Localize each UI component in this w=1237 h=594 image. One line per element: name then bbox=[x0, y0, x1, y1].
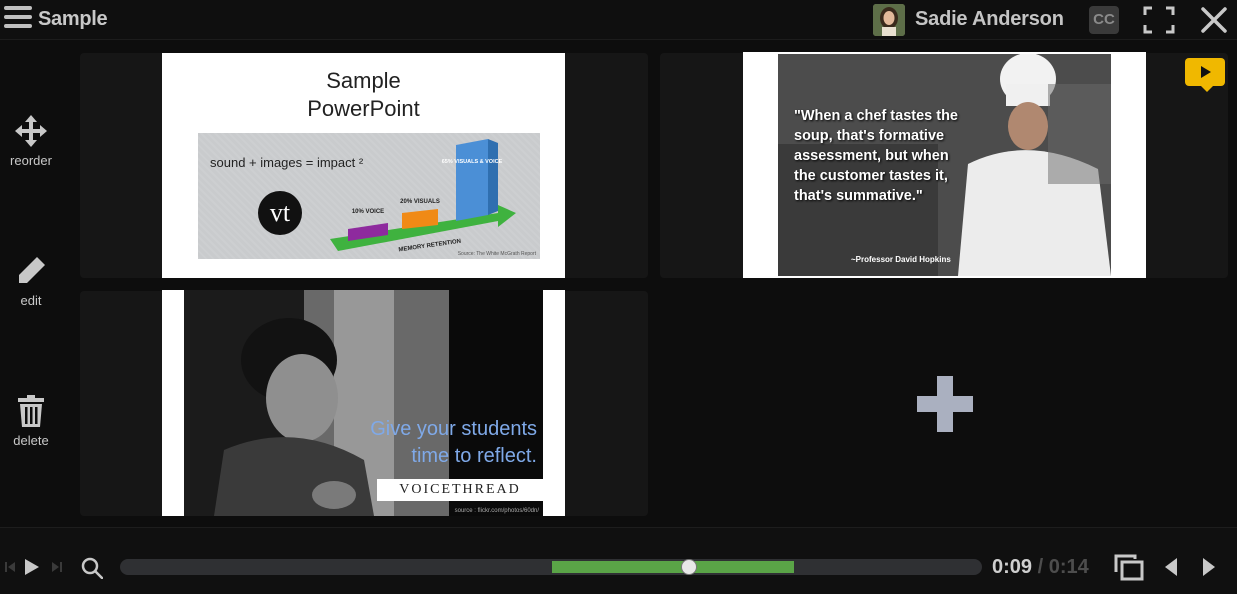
timeline-playhead[interactable] bbox=[680, 559, 697, 575]
edit-button[interactable]: edit bbox=[0, 255, 62, 308]
bar-label-visuals: 20% VISUALS bbox=[400, 199, 440, 205]
slide-title: Sample PowerPoint bbox=[307, 68, 420, 121]
fullscreen-icon[interactable] bbox=[1143, 6, 1175, 34]
edit-label: edit bbox=[20, 293, 42, 308]
slide-source: Source: The White McGrath Report bbox=[457, 251, 536, 257]
thread-title: Sample bbox=[38, 8, 108, 30]
trash-icon bbox=[18, 395, 44, 427]
reorder-label: reorder bbox=[10, 153, 52, 168]
slide-thumbnail[interactable]: Sample PowerPoint sound + images = impac… bbox=[162, 53, 565, 278]
delete-button[interactable]: delete bbox=[0, 395, 62, 448]
top-bar: Sample Sadie Anderson CC bbox=[0, 0, 1237, 40]
slide-source: source : flickr.com/photos/60dn/ bbox=[454, 508, 539, 514]
current-time: 0:09 bbox=[992, 556, 1033, 578]
playback-bar: 0:09 / 0:14 bbox=[0, 527, 1237, 594]
move-arrows-icon bbox=[15, 115, 47, 147]
timeline-track[interactable] bbox=[120, 559, 982, 575]
slide-cell-3[interactable]: Give your students time to reflect. VOIC… bbox=[80, 290, 648, 516]
time-display: 0:09 / 0:14 bbox=[992, 556, 1089, 579]
next-slide-icon[interactable] bbox=[1201, 557, 1217, 577]
previous-slide-icon[interactable] bbox=[1163, 557, 1179, 577]
reflect-text: Give your students time to reflect. bbox=[370, 418, 537, 467]
bar-label-visuals-voice: 65% VISUALS & VOICE bbox=[442, 159, 503, 165]
slide-cell-1[interactable]: Sample PowerPoint sound + images = impac… bbox=[80, 53, 648, 278]
bar-label-voice: 10% VOICE bbox=[352, 209, 384, 215]
edit-toolbar: reorder edit delete bbox=[0, 41, 62, 527]
time-separator: / bbox=[1037, 556, 1044, 578]
quote-author: ~Professor David Hopkins bbox=[851, 255, 951, 264]
memory-retention-label: MEMORY RETENTION bbox=[398, 239, 461, 254]
avatar[interactable] bbox=[873, 4, 905, 36]
retention-chart-panel: sound + images = impact ² vt 10% VOICE 2… bbox=[198, 133, 540, 259]
delete-label: delete bbox=[13, 433, 49, 448]
slide-cell-2[interactable]: "When a chef tastes the soup, that's for… bbox=[660, 52, 1228, 278]
slide-quote: "When a chef tastes the soup, that's for… bbox=[794, 108, 958, 204]
boy-at-window-photo: Give your students time to reflect. VOIC… bbox=[184, 290, 543, 516]
comment-badge[interactable] bbox=[1185, 58, 1225, 92]
slide-grid-icon[interactable] bbox=[1113, 553, 1145, 581]
skip-back-icon[interactable] bbox=[5, 562, 15, 572]
reorder-button[interactable]: reorder bbox=[0, 115, 62, 168]
total-time: 0:14 bbox=[1048, 556, 1089, 578]
timeline-segment bbox=[552, 561, 794, 573]
play-icon[interactable] bbox=[24, 558, 40, 576]
slide-thumbnail[interactable]: Give your students time to reflect. VOIC… bbox=[162, 290, 565, 516]
zoom-search-icon[interactable] bbox=[81, 557, 103, 579]
pencil-icon bbox=[19, 257, 45, 283]
user-name[interactable]: Sadie Anderson bbox=[915, 8, 1064, 31]
closed-captions-button[interactable]: CC bbox=[1089, 6, 1119, 34]
voicethread-wordmark: VOICETHREAD bbox=[377, 479, 543, 501]
close-icon[interactable] bbox=[1199, 6, 1229, 34]
slide-thumbnail[interactable]: "When a chef tastes the soup, that's for… bbox=[743, 52, 1146, 278]
add-slide-plus-icon[interactable] bbox=[917, 376, 973, 432]
skip-forward-icon[interactable] bbox=[52, 562, 62, 572]
vt-logo: vt bbox=[270, 198, 291, 227]
menu-icon[interactable] bbox=[4, 6, 32, 32]
chef-photo: "When a chef tastes the soup, that's for… bbox=[778, 54, 1111, 276]
play-comment-icon bbox=[1201, 66, 1211, 78]
